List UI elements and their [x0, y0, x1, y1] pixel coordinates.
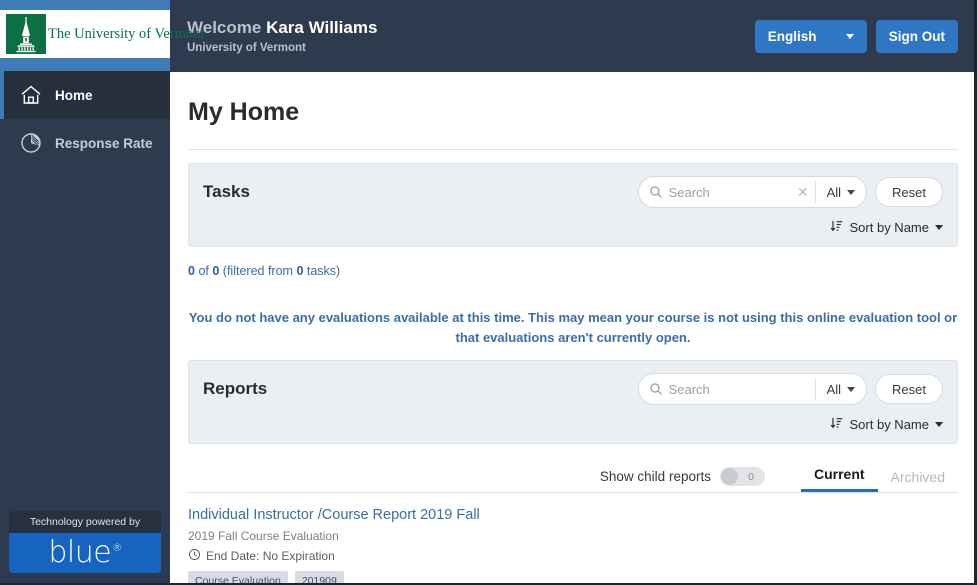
sort-descending-icon — [830, 416, 844, 433]
sidebar-item-label-home: Home — [55, 87, 93, 103]
tasks-reset-button[interactable]: Reset — [875, 177, 943, 207]
sign-out-label: Sign Out — [888, 28, 945, 44]
welcome-block: Welcome Kara Williams University of Verm… — [187, 18, 755, 53]
main-area: Welcome Kara Williams University of Verm… — [170, 0, 974, 583]
language-selector-label: English — [767, 28, 817, 44]
sidebar-logo-accent-bar — [0, 58, 170, 71]
tasks-filter-value: All — [826, 184, 842, 200]
reports-search-combo: Search All — [637, 373, 868, 405]
report-badges: Course Evaluation 201909 — [188, 570, 958, 583]
registered-trademark-icon: ® — [112, 543, 122, 554]
report-title-link[interactable]: Individual Instructor /Course Report 201… — [188, 506, 958, 525]
report-end-date: End Date: No Expiration — [188, 548, 958, 564]
sidebar-item-home[interactable]: Home — [0, 71, 170, 119]
tasks-count-filtered-close: tasks) — [306, 264, 341, 278]
chevron-down-icon — [935, 422, 943, 427]
pie-chart-icon — [18, 130, 44, 156]
tab-current[interactable]: Current — [800, 466, 878, 492]
welcome-greeting: Welcome Kara Williams — [187, 18, 755, 38]
reports-tabs-row: Show child reports 0 Current Archived — [188, 458, 958, 492]
tasks-sort-button[interactable]: Sort by Name — [830, 219, 943, 236]
application-window: The University of Vermont Home Response … — [0, 0, 977, 585]
language-selector-button[interactable]: English — [754, 19, 867, 53]
uvm-tower-icon — [6, 14, 46, 54]
tab-archived[interactable]: Archived — [878, 469, 958, 492]
organization-name: University of Vermont — [187, 41, 306, 54]
show-child-reports-value: 0 — [748, 470, 754, 483]
toggle-knob — [720, 468, 738, 485]
tasks-panel-title: Tasks — [203, 182, 250, 201]
reports-sort-row: Sort by Name — [203, 416, 943, 433]
clock-icon — [188, 548, 201, 564]
tasks-filter-group: Search ✕ All Reset — [637, 176, 943, 208]
tasks-sort-row: Sort by Name — [203, 219, 943, 236]
institution-logo-text: The University of Vermont — [48, 25, 205, 42]
tabs-divider — [188, 492, 958, 493]
chevron-down-icon — [935, 225, 943, 230]
tasks-empty-message: You do not have any evaluations availabl… — [188, 310, 958, 345]
chevron-down-icon — [845, 33, 854, 39]
show-child-reports-label: Show child reports — [599, 469, 711, 484]
search-icon — [649, 382, 663, 396]
report-list-item: Individual Instructor /Course Report 201… — [188, 506, 958, 583]
reports-search-placeholder: Search — [668, 381, 710, 397]
reports-sort-button[interactable]: Sort by Name — [830, 416, 943, 433]
user-name: Kara Williams — [266, 18, 378, 38]
clear-x-icon[interactable]: ✕ — [793, 185, 809, 199]
institution-logo[interactable]: The University of Vermont — [0, 10, 204, 58]
home-icon — [18, 82, 44, 108]
report-subtitle: 2019 Fall Course Evaluation — [188, 528, 339, 543]
header-actions: English Sign Out — [754, 19, 958, 53]
title-divider — [188, 149, 958, 150]
show-child-reports-control[interactable]: Show child reports 0 — [600, 467, 765, 492]
chevron-down-icon — [847, 189, 856, 195]
sign-out-button[interactable]: Sign Out — [875, 19, 958, 53]
status-badge-term: 201909 — [294, 570, 344, 583]
reports-sort-label: Sort by Name — [849, 417, 929, 432]
tasks-count-filtered-open: (filtered from — [222, 264, 293, 278]
reports-filter-value: All — [826, 381, 842, 397]
sidebar-top-accent-bar — [0, 0, 170, 10]
sidebar-nav: Home Response Rate — [0, 71, 170, 167]
tasks-search-combo: Search ✕ All — [637, 176, 868, 208]
tasks-panel: Tasks Search ✕ All Reset Sort by Name — [188, 163, 958, 247]
sort-descending-icon — [830, 219, 844, 236]
chevron-down-icon — [847, 386, 856, 392]
reports-filter-dropdown[interactable]: All — [816, 374, 866, 404]
status-badge-category: Course Evaluation — [188, 570, 288, 583]
page-title: My Home — [188, 98, 300, 126]
reports-panel-title: Reports — [203, 379, 268, 398]
powered-by-label: Technology powered by — [9, 511, 161, 533]
sidebar: The University of Vermont Home Response … — [0, 0, 204, 583]
reports-panel: Reports Search All Reset Sort by Name — [188, 360, 958, 444]
top-header-bar: Welcome Kara Williams University of Verm… — [170, 0, 974, 72]
reports-reset-button[interactable]: Reset — [875, 374, 943, 404]
powered-by-blue-logo: Technology powered by blue® — [9, 511, 161, 573]
reports-panel-header: Reports Search All Reset — [203, 373, 943, 405]
show-child-reports-toggle[interactable]: 0 — [719, 467, 765, 486]
tasks-count-current: 0 — [188, 264, 195, 278]
tasks-count-total: 0 — [212, 264, 220, 278]
tasks-search-input[interactable]: Search ✕ — [639, 177, 815, 207]
blue-brand-mark: blue® — [9, 533, 161, 573]
tasks-search-placeholder: Search — [668, 184, 710, 200]
tasks-count-summary: 0 of 0 (filtered from 0 tasks) — [188, 264, 966, 278]
search-icon — [649, 185, 663, 199]
tasks-count-prefix: of — [198, 264, 209, 278]
reports-search-input[interactable]: Search — [639, 374, 815, 404]
tasks-filter-dropdown[interactable]: All — [816, 177, 866, 207]
page-content: My Home Tasks Search ✕ All Reset Sort by… — [170, 72, 974, 583]
tasks-panel-header: Tasks Search ✕ All Reset — [203, 176, 943, 208]
reports-filter-group: Search All Reset — [637, 373, 943, 405]
tasks-sort-label: Sort by Name — [849, 220, 929, 235]
sidebar-item-response-rate[interactable]: Response Rate — [0, 119, 170, 167]
sidebar-item-label-response-rate: Response Rate — [55, 135, 153, 151]
tasks-count-filtered: 0 — [296, 264, 304, 278]
blue-brand-text: blue — [48, 535, 112, 570]
report-end-date-text: End Date: No Expiration — [206, 548, 335, 563]
